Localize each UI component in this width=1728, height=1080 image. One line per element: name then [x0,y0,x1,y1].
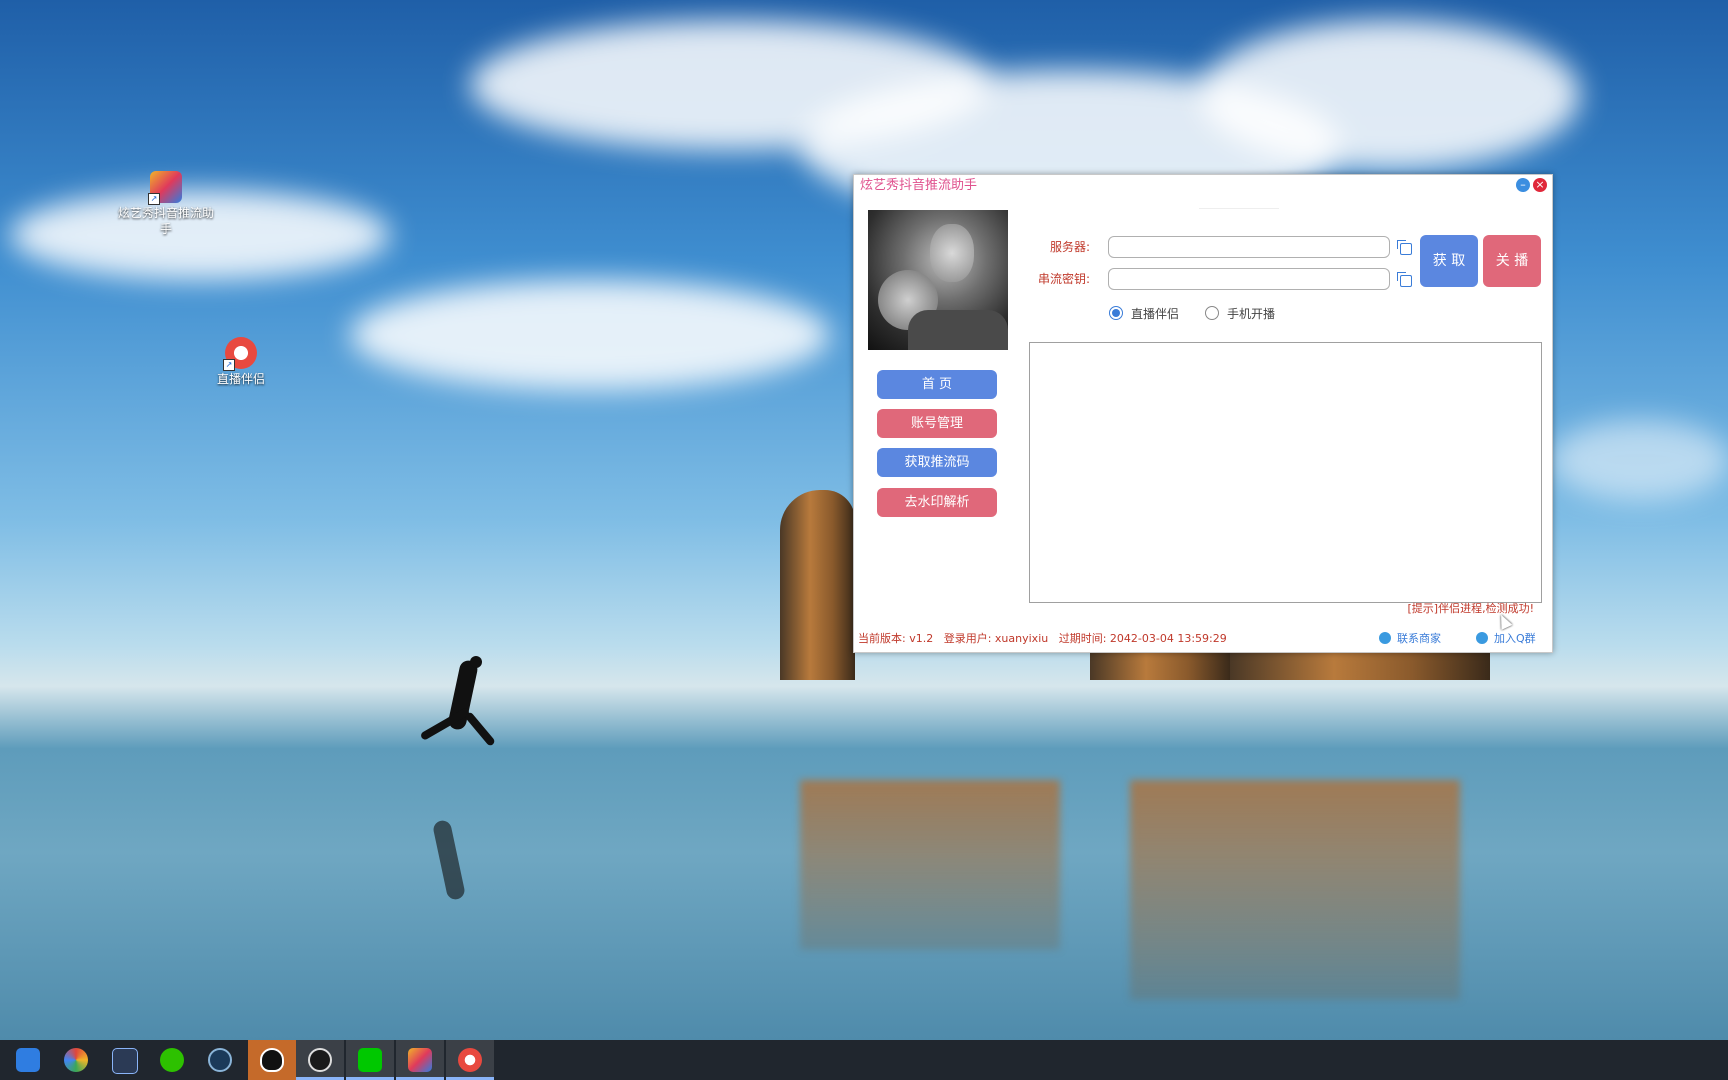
desktop-icon-live-companion[interactable]: ↗ 直播伴侣 [193,337,289,387]
taskbar-item-notes[interactable] [100,1040,148,1080]
stream-key-label: 串流密钥: [1037,272,1090,286]
contact-merchant-link[interactable]: 联系商家 [1379,631,1441,647]
radio-unchecked-icon [1205,306,1219,320]
log-output-area[interactable] [1029,342,1542,603]
taskbar-item-steam[interactable] [196,1040,244,1080]
qq-icon [260,1048,284,1072]
radio-label: 直播伴侣 [1131,307,1180,321]
version-text: 当前版本: v1.2 [858,632,934,645]
taskbar-item-obs[interactable] [296,1040,344,1080]
server-label: 服务器: [1049,240,1090,254]
taskbar-item-qq[interactable] [248,1040,296,1080]
app-shortcut-icon: ↗ [148,171,182,205]
user-text: 登录用户: xuanyixiu [943,632,1049,645]
expiry-text: 过期时间: 2042-03-04 13:59:29 [1058,632,1227,645]
radio-label: 手机开播 [1227,307,1276,321]
steam-icon [208,1048,232,1072]
taskbar-item-wechat[interactable] [148,1040,196,1080]
radio-mobile[interactable]: 手机开播 [1205,306,1275,322]
browser-icon [64,1048,88,1072]
radio-checked-icon [1109,306,1123,320]
pinned-bird-icon [16,1048,40,1072]
taskbar-item-live-companion[interactable] [446,1040,494,1080]
desktop-icon-label: 炫艺秀抖音推流助手 [118,206,215,236]
notes-icon [112,1048,138,1074]
join-qq-group-link[interactable]: 加入Q群 [1476,631,1536,647]
copy-icon[interactable] [1397,272,1412,287]
app-icon [408,1048,432,1072]
status-bar: 当前版本: v1.2 登录用户: xuanyixiu 过期时间: 2042-03… [858,631,1227,647]
link-label: 加入Q群 [1494,632,1536,645]
taskbar [0,1040,1728,1080]
desktop-icon-label: 直播伴侣 [216,372,265,386]
radio-companion[interactable]: 直播伴侣 [1109,306,1179,322]
get-stream-code-button[interactable]: 获取推流码 [877,448,997,477]
get-button[interactable]: 获 取 [1420,235,1478,287]
stop-stream-button[interactable]: 关 播 [1483,235,1541,287]
wechat-icon [160,1048,184,1072]
link-label: 联系商家 [1397,632,1441,645]
taskbar-item-bird[interactable] [4,1040,52,1080]
taskbar-item-browser[interactable] [52,1040,100,1080]
stream-key-input[interactable] [1108,268,1390,290]
watermark-removal-button[interactable]: 去水印解析 [877,488,997,517]
live-companion-icon: ↗ [223,337,257,371]
desktop-icon-app[interactable]: ↗ 炫艺秀抖音推流助手 [118,171,214,237]
taskbar-item-app[interactable] [396,1040,444,1080]
live-companion-icon [458,1048,482,1072]
close-button[interactable]: × [1533,178,1547,192]
account-management-button[interactable]: 账号管理 [877,409,997,438]
copy-icon[interactable] [1397,240,1412,255]
group-icon [1476,632,1488,644]
divider [1199,208,1279,209]
server-input[interactable] [1108,236,1390,258]
minimize-button[interactable]: – [1516,178,1530,192]
app-window: 炫艺秀抖音推流助手 – × 首 页 账号管理 获取推流码 去水印解析 服务器: … [853,174,1553,653]
taskbar-item-iqiyi[interactable] [346,1040,394,1080]
iqiyi-icon [358,1048,382,1072]
hint-message: [提示]伴侣进程,检测成功! [1407,602,1535,615]
home-button[interactable]: 首 页 [877,370,997,399]
qq-icon [1379,632,1391,644]
window-title: 炫艺秀抖音推流助手 [860,178,978,193]
obs-icon [308,1048,332,1072]
avatar [868,210,1008,350]
